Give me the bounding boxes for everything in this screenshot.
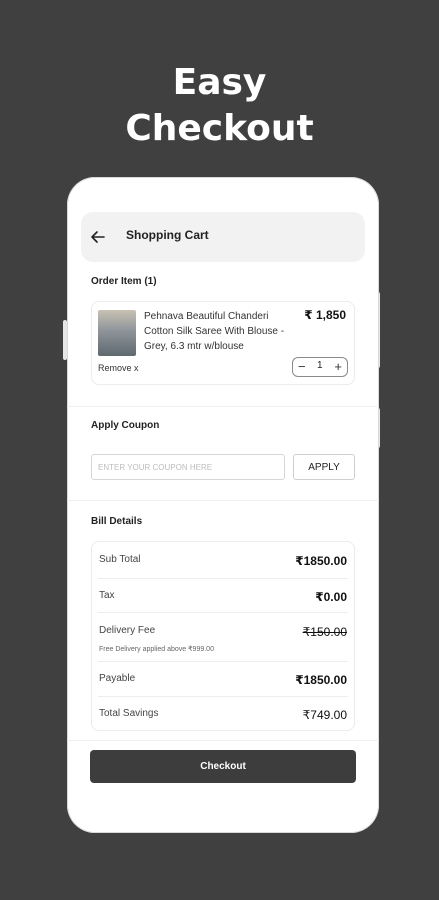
apply-coupon-button[interactable]: APPLY [293, 454, 355, 480]
app-header: Shopping Cart [81, 212, 365, 262]
quantity-value: 1 [317, 360, 323, 371]
bill-row-value: ₹1850.00 [295, 673, 347, 687]
minus-icon[interactable]: − [298, 359, 306, 375]
bill-details-label: Bill Details [91, 516, 143, 527]
phone-screen: Shopping Cart Order Item (1) Pehnava Bea… [67, 177, 379, 833]
bill-row-value: ₹150.00 [302, 625, 347, 639]
bill-row-label: Payable [99, 673, 136, 684]
divider [67, 500, 379, 501]
bill-separator [98, 661, 348, 662]
bill-row-label: Delivery Fee [99, 625, 156, 636]
promo-line-2: Checkout [125, 108, 314, 149]
page-title: Shopping Cart [126, 228, 209, 242]
bill-row-value: ₹749.00 [302, 708, 347, 722]
bill-row-value: ₹1850.00 [295, 554, 347, 568]
promo-heading: Easy Checkout [0, 60, 439, 152]
bill-row-label: Total Savings [99, 708, 159, 719]
bill-row-value: ₹0.00 [315, 590, 347, 604]
divider [67, 740, 379, 741]
bill-row-label: Tax [99, 590, 115, 601]
checkout-button[interactable]: Checkout [90, 750, 356, 783]
promo-line-1: Easy [172, 62, 267, 103]
bill-row-label: Sub Total [99, 554, 141, 565]
divider [67, 406, 379, 407]
plus-icon[interactable]: + [334, 359, 342, 375]
quantity-stepper: − 1 + [292, 357, 348, 377]
arrow-left-icon[interactable] [89, 228, 107, 246]
coupon-input[interactable] [91, 454, 285, 480]
bill-details-card: Sub Total ₹1850.00 Tax ₹0.00 Delivery Fe… [91, 541, 355, 731]
product-image[interactable] [98, 310, 136, 356]
remove-item-button[interactable]: Remove x [98, 363, 139, 373]
delivery-note: Free Delivery applied above ₹999.00 [99, 646, 214, 653]
bill-separator [98, 612, 348, 613]
bill-separator [98, 696, 348, 697]
order-item-card: Pehnava Beautiful Chanderi Cotton Silk S… [91, 301, 355, 385]
product-name[interactable]: Pehnava Beautiful Chanderi Cotton Silk S… [144, 309, 294, 354]
apply-coupon-label: Apply Coupon [91, 420, 160, 431]
order-items-label: Order Item (1) [91, 276, 157, 287]
product-price: ₹ 1,850 [304, 308, 346, 322]
bill-separator [98, 578, 348, 579]
